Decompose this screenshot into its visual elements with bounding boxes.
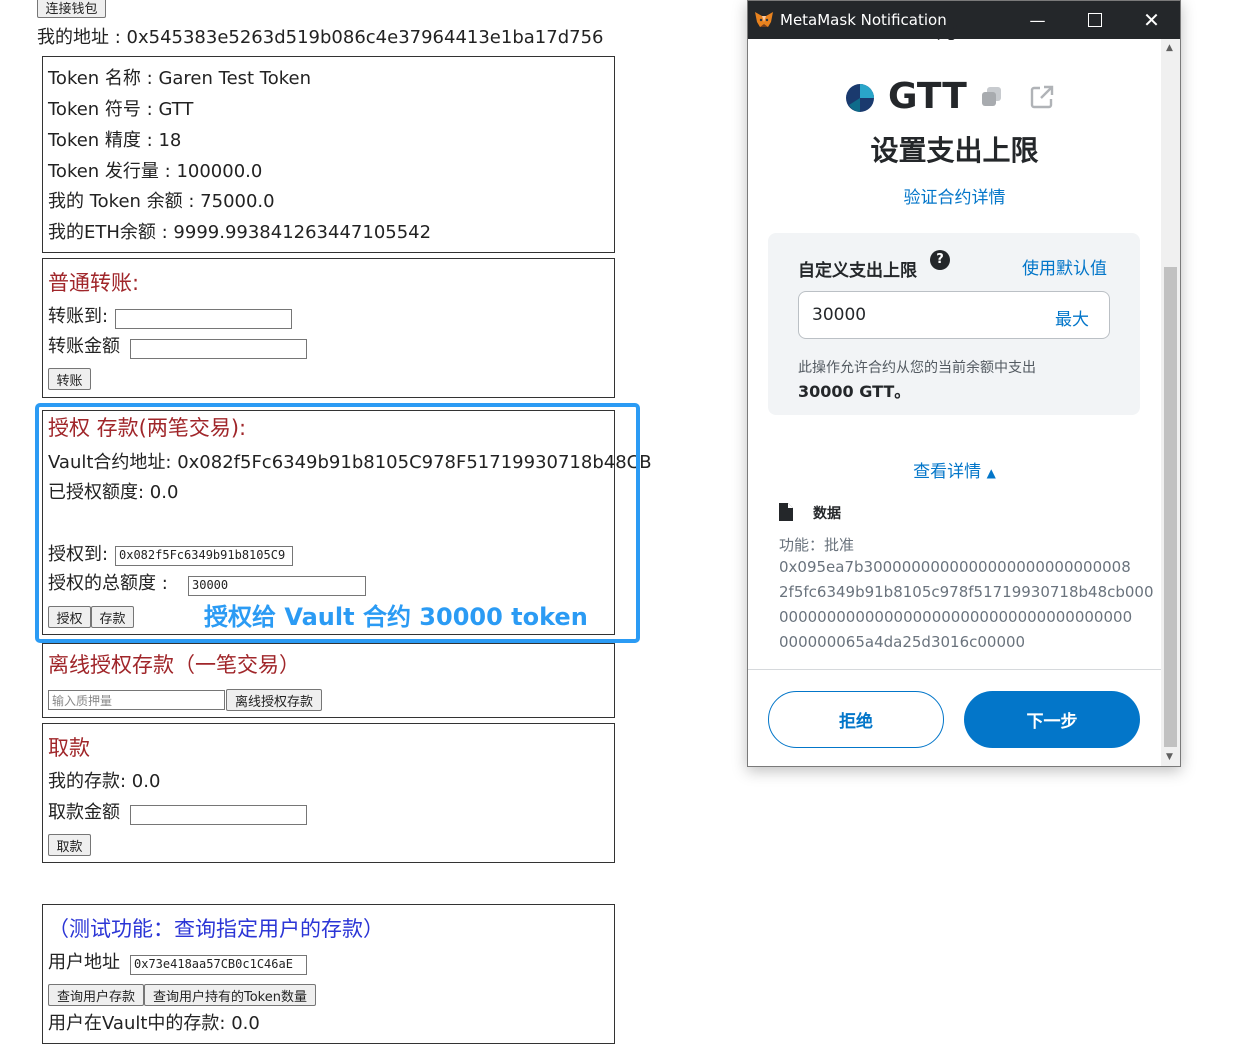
transfer-button[interactable]: 转账 xyxy=(48,368,91,390)
view-details-link[interactable]: 查看详情 ▲ xyxy=(748,457,1161,482)
view-details-label: 查看详情 xyxy=(913,462,982,482)
query-box: （测试功能：查询指定用户的存款） 用户地址 0x73e418aa57CB0c1C… xyxy=(42,904,615,1044)
hex-line-1: 0x095ea7b3000000000000000000000000008 xyxy=(779,558,1131,576)
external-link-icon[interactable] xyxy=(1029,84,1055,110)
token-info-box: Token 名称 : Garen Test Token Token 符号 : G… xyxy=(42,56,615,253)
window-title: MetaMask Notification xyxy=(780,11,947,29)
permit-deposit-button[interactable]: 离线授权存款 xyxy=(226,689,322,711)
withdraw-amount-label: 取款金额 xyxy=(48,802,120,823)
token-name: Token 名称 : Garen Test Token xyxy=(48,68,312,89)
maximize-button[interactable] xyxy=(1066,1,1123,39)
query-deposit-button[interactable]: 查询用户存款 xyxy=(48,984,144,1006)
permit-amount-input[interactable]: 输入质押量 xyxy=(48,690,225,710)
limit-description: 此操作允许合约从您的当前余额中支出 xyxy=(798,360,1036,376)
use-default-link[interactable]: 使用默认值 xyxy=(1022,254,1107,279)
query-user-label: 用户地址 xyxy=(48,952,120,973)
data-title: 数据 xyxy=(813,506,841,522)
page-heading: 设置支出上限 xyxy=(870,134,1039,167)
transfer-to-label: 转账到: xyxy=(48,306,109,327)
metamask-fox-icon xyxy=(754,10,774,30)
document-icon xyxy=(779,503,793,521)
custom-limit-label: 自定义支出上限 xyxy=(798,261,917,281)
withdraw-title: 取款 xyxy=(48,736,90,760)
verify-contract-link[interactable]: 验证合约详情 xyxy=(748,183,1161,208)
connect-wallet-button[interactable]: 连接钱包 xyxy=(37,0,106,18)
token-symbol-heading: GTT xyxy=(888,76,967,117)
query-user-input[interactable]: 0x73e418aa57CB0c1C46aE xyxy=(130,955,307,975)
reject-button[interactable]: 拒绝 xyxy=(768,691,944,748)
scrollbar-thumb[interactable] xyxy=(1164,267,1177,747)
my-token-balance: 我的 Token 余额 : 75000.0 xyxy=(48,191,275,212)
max-link[interactable]: 最大 xyxy=(1055,305,1089,330)
my-eth-balance: 我的ETH余额 : 9999.993841263447105542 xyxy=(48,222,432,243)
copy-icon[interactable] xyxy=(980,85,1004,109)
close-button[interactable]: ✕ xyxy=(1123,1,1180,39)
withdraw-amount-input[interactable] xyxy=(130,805,307,825)
withdraw-button[interactable]: 取款 xyxy=(48,834,91,856)
scroll-up-icon[interactable]: ▲ xyxy=(1166,43,1173,53)
next-button[interactable]: 下一步 xyxy=(964,691,1140,748)
withdraw-box: 取款 我的存款: 0.0 取款金额 取款 xyxy=(42,723,615,863)
scroll-down-icon[interactable]: ▼ xyxy=(1166,752,1173,762)
query-token-button[interactable]: 查询用户持有的Token数量 xyxy=(144,984,316,1006)
metamask-window: MetaMask Notification — ✕ 为 GTT 设置支出上限 验… xyxy=(747,0,1181,767)
annotation-text: 授权给 Vault 合约 30000 token xyxy=(204,603,588,631)
hex-line-3: 0000000000000000000000000000000000000 xyxy=(779,608,1133,626)
token-supply: Token 发行量 : 100000.0 xyxy=(48,161,263,182)
footer-divider xyxy=(748,669,1161,670)
transfer-amount-input[interactable] xyxy=(130,339,307,359)
top-partial-text: 为 xyxy=(936,25,959,41)
spending-limit-card: 自定义支出上限 ? 使用默认值 30000 最大 此操作允许合约从您的当前余额中… xyxy=(768,233,1140,415)
maximize-icon xyxy=(1087,13,1102,27)
query-result: 用户在Vault中的存款: 0.0 xyxy=(48,1013,260,1034)
token-logo-icon xyxy=(845,83,875,113)
function-label: 功能：批准 xyxy=(779,536,855,554)
transfer-to-input[interactable] xyxy=(115,309,292,329)
transfer-amount-label: 转账金额 xyxy=(48,336,120,357)
transfer-box: 普通转账: 转账到: 转账金额 转账 xyxy=(42,258,615,398)
limit-description-amount: 30000 GTT。 xyxy=(798,382,911,401)
permit-box: 离线授权存款（一笔交易） 输入质押量 离线授权存款 xyxy=(42,643,615,718)
token-symbol: Token 符号 : GTT xyxy=(48,99,194,120)
help-icon[interactable]: ? xyxy=(930,250,950,270)
minimize-button[interactable]: — xyxy=(1009,1,1066,39)
my-deposit: 我的存款: 0.0 xyxy=(48,771,161,792)
query-title: （测试功能：查询指定用户的存款） xyxy=(48,917,384,941)
limit-input[interactable]: 30000 最大 xyxy=(798,291,1110,339)
chevron-up-icon: ▲ xyxy=(986,466,996,480)
token-decimals: Token 精度 : 18 xyxy=(48,130,182,151)
my-address: 我的地址 : 0x545383e5263d519b086c4e37964413e… xyxy=(37,27,604,48)
scrollbar[interactable]: ▲ ▼ xyxy=(1161,39,1180,766)
hex-line-2: 2f5fc6349b91b8105c978f51719930718b48cb00… xyxy=(779,583,1154,601)
hex-line-4: 000000065a4da25d3016c00000 xyxy=(779,633,1026,651)
transfer-title: 普通转账: xyxy=(48,271,140,295)
permit-title: 离线授权存款（一笔交易） xyxy=(48,653,300,677)
limit-value: 30000 xyxy=(812,305,867,325)
window-titlebar: MetaMask Notification — ✕ xyxy=(748,1,1180,39)
